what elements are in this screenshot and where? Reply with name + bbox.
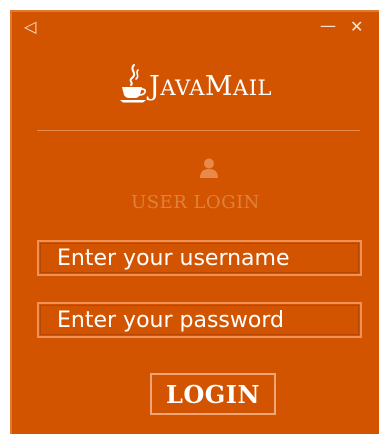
header-divider bbox=[37, 130, 360, 131]
app-logo-text: JAVAMAIL bbox=[149, 71, 272, 102]
app-logo: JAVAMAIL bbox=[12, 56, 379, 104]
java-cup-icon bbox=[120, 64, 147, 103]
user-login-title: USER LOGIN bbox=[131, 192, 260, 213]
user-icon bbox=[200, 158, 218, 178]
minimize-button[interactable]: — bbox=[320, 17, 336, 35]
close-button[interactable]: ✕ bbox=[350, 18, 363, 36]
username-field[interactable] bbox=[37, 240, 362, 276]
back-button[interactable]: ◁ bbox=[24, 18, 36, 36]
login-button[interactable]: LOGIN bbox=[150, 373, 276, 415]
login-window: ◁ — ✕ JAVAMAIL USER LOGIN LOGIN bbox=[10, 10, 379, 434]
password-field[interactable] bbox=[37, 302, 362, 338]
